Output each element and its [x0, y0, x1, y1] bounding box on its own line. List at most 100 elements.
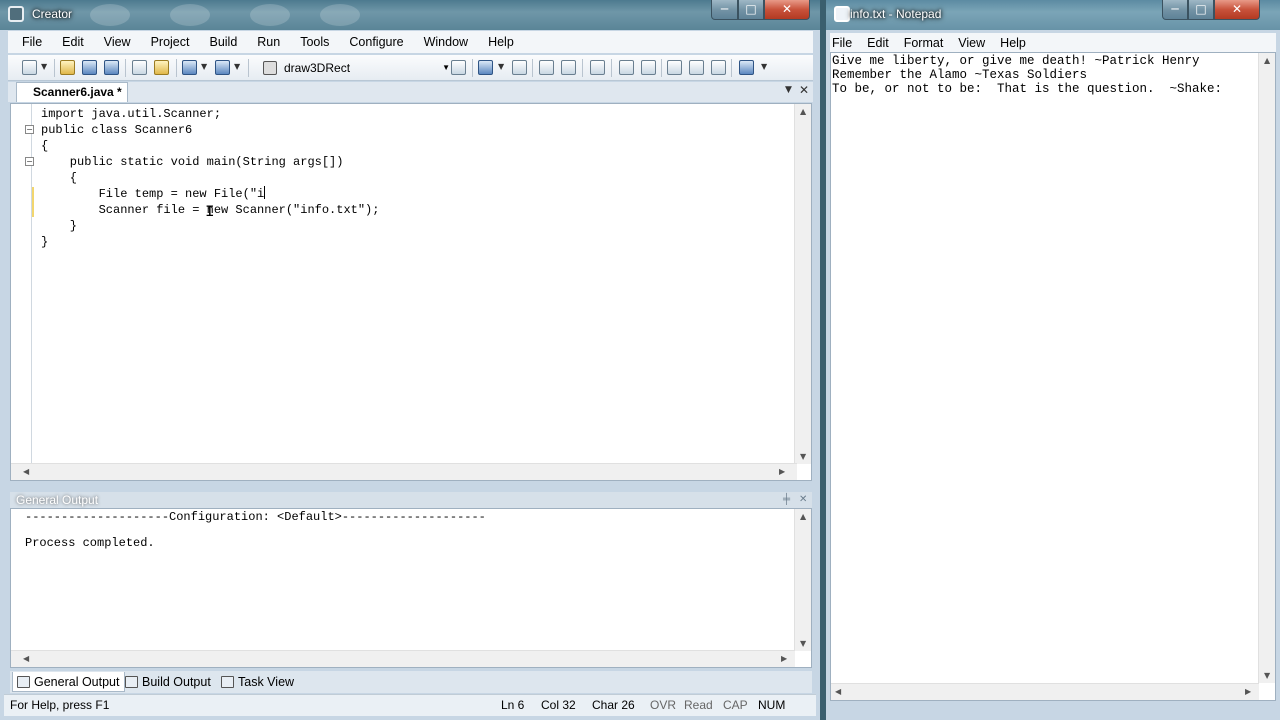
build-target-combo[interactable]: draw3DRect ▼ [260, 59, 454, 77]
tab-label: Build Output [142, 675, 211, 689]
scroll-up-icon[interactable]: ▲ [1264, 56, 1270, 65]
notepad-horizontal-scrollbar[interactable]: ◀ ▶ [831, 683, 1259, 700]
close-button[interactable]: ✕ [764, 0, 810, 20]
status-read: Read [684, 698, 713, 712]
chevron-down-icon[interactable]: ▼ [785, 85, 792, 95]
menu-file[interactable]: File [22, 35, 42, 49]
notepad-titlebar[interactable]: info.txt - Notepad ─ □ ✕ [826, 0, 1280, 30]
arrow-right-icon[interactable] [641, 60, 656, 75]
settings-icon[interactable] [561, 60, 576, 75]
scroll-left-icon[interactable]: ◀ [835, 687, 841, 696]
toolbar-separator [731, 59, 732, 77]
menu-edit[interactable]: Edit [62, 35, 84, 49]
project-icon[interactable] [539, 60, 554, 75]
open-folder-icon[interactable] [60, 60, 75, 75]
window-tile-icon[interactable] [689, 60, 704, 75]
fold-toggle-icon[interactable]: − [25, 125, 34, 134]
scroll-up-icon[interactable]: ▲ [800, 512, 806, 521]
arrow-left-icon[interactable] [619, 60, 634, 75]
menu-edit[interactable]: Edit [867, 36, 889, 50]
minimize-button[interactable]: ─ [1162, 0, 1188, 20]
save-icon[interactable] [82, 60, 97, 75]
output-vertical-scrollbar[interactable]: ▲ ▼ [794, 509, 811, 651]
toolbar-separator [125, 59, 126, 77]
fold-toggle-icon[interactable]: − [25, 157, 34, 166]
scroll-down-icon[interactable]: ▼ [800, 452, 806, 461]
titlebar-glass [320, 4, 360, 26]
jcreator-titlebar[interactable]: Creator ─ □ ✕ [0, 0, 820, 30]
build-icon[interactable] [451, 60, 466, 75]
jcreator-app-icon[interactable] [8, 6, 24, 22]
help-icon[interactable] [739, 60, 754, 75]
menu-view[interactable]: View [958, 36, 985, 50]
minimize-button[interactable]: ─ [711, 0, 738, 20]
ibeam-cursor-icon: I [205, 203, 215, 221]
code-line: public class Scanner6 [41, 123, 193, 137]
code-editor[interactable]: − − import java.util.Scanner; public cla… [10, 103, 812, 481]
editor-horizontal-scrollbar[interactable]: ◀ ▶ [11, 463, 797, 480]
chevron-down-icon[interactable]: ▼ [442, 59, 450, 77]
scroll-down-icon[interactable]: ▼ [800, 639, 806, 648]
toolbar-separator [582, 59, 583, 77]
scroll-left-icon[interactable]: ◀ [23, 654, 29, 663]
menu-configure[interactable]: Configure [349, 35, 403, 49]
menu-format[interactable]: Format [904, 36, 944, 50]
close-button[interactable]: ✕ [1214, 0, 1260, 20]
wand-icon[interactable] [590, 60, 605, 75]
scroll-right-icon[interactable]: ▶ [1245, 687, 1251, 696]
jcreator-window: Creator ─ □ ✕ File Edit View Project Bui… [0, 0, 820, 720]
tab-build-output[interactable]: Build Output [121, 672, 216, 692]
scroll-up-icon[interactable]: ▲ [800, 107, 806, 116]
menu-file[interactable]: File [832, 36, 852, 50]
scroll-down-icon[interactable]: ▼ [1264, 671, 1270, 680]
compile-file-icon[interactable] [512, 60, 527, 75]
menu-run[interactable]: Run [257, 35, 280, 49]
general-output-pane[interactable]: --------------------Configuration: <Defa… [10, 508, 812, 668]
notepad-app-icon[interactable] [834, 6, 850, 22]
tab-general-output[interactable]: General Output [12, 672, 126, 692]
scroll-left-icon[interactable]: ◀ [23, 467, 29, 476]
text-line: Remember the Alamo ~Texas Soldiers [832, 68, 1088, 82]
pin-icon[interactable]: ╪ [783, 492, 790, 508]
window-close-all-icon[interactable] [711, 60, 726, 75]
menu-view[interactable]: View [104, 35, 131, 49]
code-text[interactable]: import java.util.Scanner; public class S… [41, 106, 379, 250]
maximize-button[interactable]: □ [1188, 0, 1214, 20]
copy-icon[interactable] [132, 60, 147, 75]
editor-gutter: − − [11, 104, 34, 464]
run-icon[interactable] [478, 60, 493, 75]
tab-task-view[interactable]: Task View [217, 672, 299, 692]
menu-tools[interactable]: Tools [300, 35, 329, 49]
menu-help[interactable]: Help [1000, 36, 1026, 50]
menu-project[interactable]: Project [151, 35, 190, 49]
menu-help[interactable]: Help [488, 35, 514, 49]
output-line: Process completed. [25, 536, 155, 550]
close-panel-icon[interactable]: ✕ [799, 492, 807, 508]
notepad-text-area[interactable]: Give me liberty, or give me death! ~Patr… [830, 52, 1276, 701]
titlebar-glass [250, 4, 290, 26]
notepad-vertical-scrollbar[interactable]: ▲ ▼ [1258, 53, 1275, 683]
chevron-down-icon[interactable]: ▼ [201, 62, 207, 71]
paste-icon[interactable] [154, 60, 169, 75]
document-tab[interactable]: Scanner6.java * [16, 82, 128, 102]
chevron-down-icon[interactable]: ▼ [41, 62, 47, 71]
menu-build[interactable]: Build [209, 35, 237, 49]
window-cascade-icon[interactable] [667, 60, 682, 75]
output-horizontal-scrollbar[interactable]: ◀ ▶ [11, 650, 795, 667]
scroll-right-icon[interactable]: ▶ [781, 654, 787, 663]
close-document-icon[interactable]: ✕ [799, 83, 809, 97]
new-file-icon[interactable] [22, 60, 37, 75]
editor-vertical-scrollbar[interactable]: ▲ ▼ [794, 104, 811, 464]
maximize-button[interactable]: □ [738, 0, 764, 20]
scroll-right-icon[interactable]: ▶ [779, 467, 785, 476]
save-all-icon[interactable] [104, 60, 119, 75]
menu-window[interactable]: Window [424, 35, 468, 49]
undo-icon[interactable] [182, 60, 197, 75]
chevron-down-icon[interactable]: ▼ [234, 62, 240, 71]
redo-icon[interactable] [215, 60, 230, 75]
toolbar-options-icon[interactable]: ▼ [761, 62, 767, 71]
notepad-bottom-border [826, 702, 1280, 720]
text-line: To be, or not to be: That is the questio… [832, 82, 1223, 96]
chevron-down-icon[interactable]: ▼ [498, 62, 504, 71]
output-panel-title[interactable]: General Output ╪ ✕ [10, 492, 812, 508]
